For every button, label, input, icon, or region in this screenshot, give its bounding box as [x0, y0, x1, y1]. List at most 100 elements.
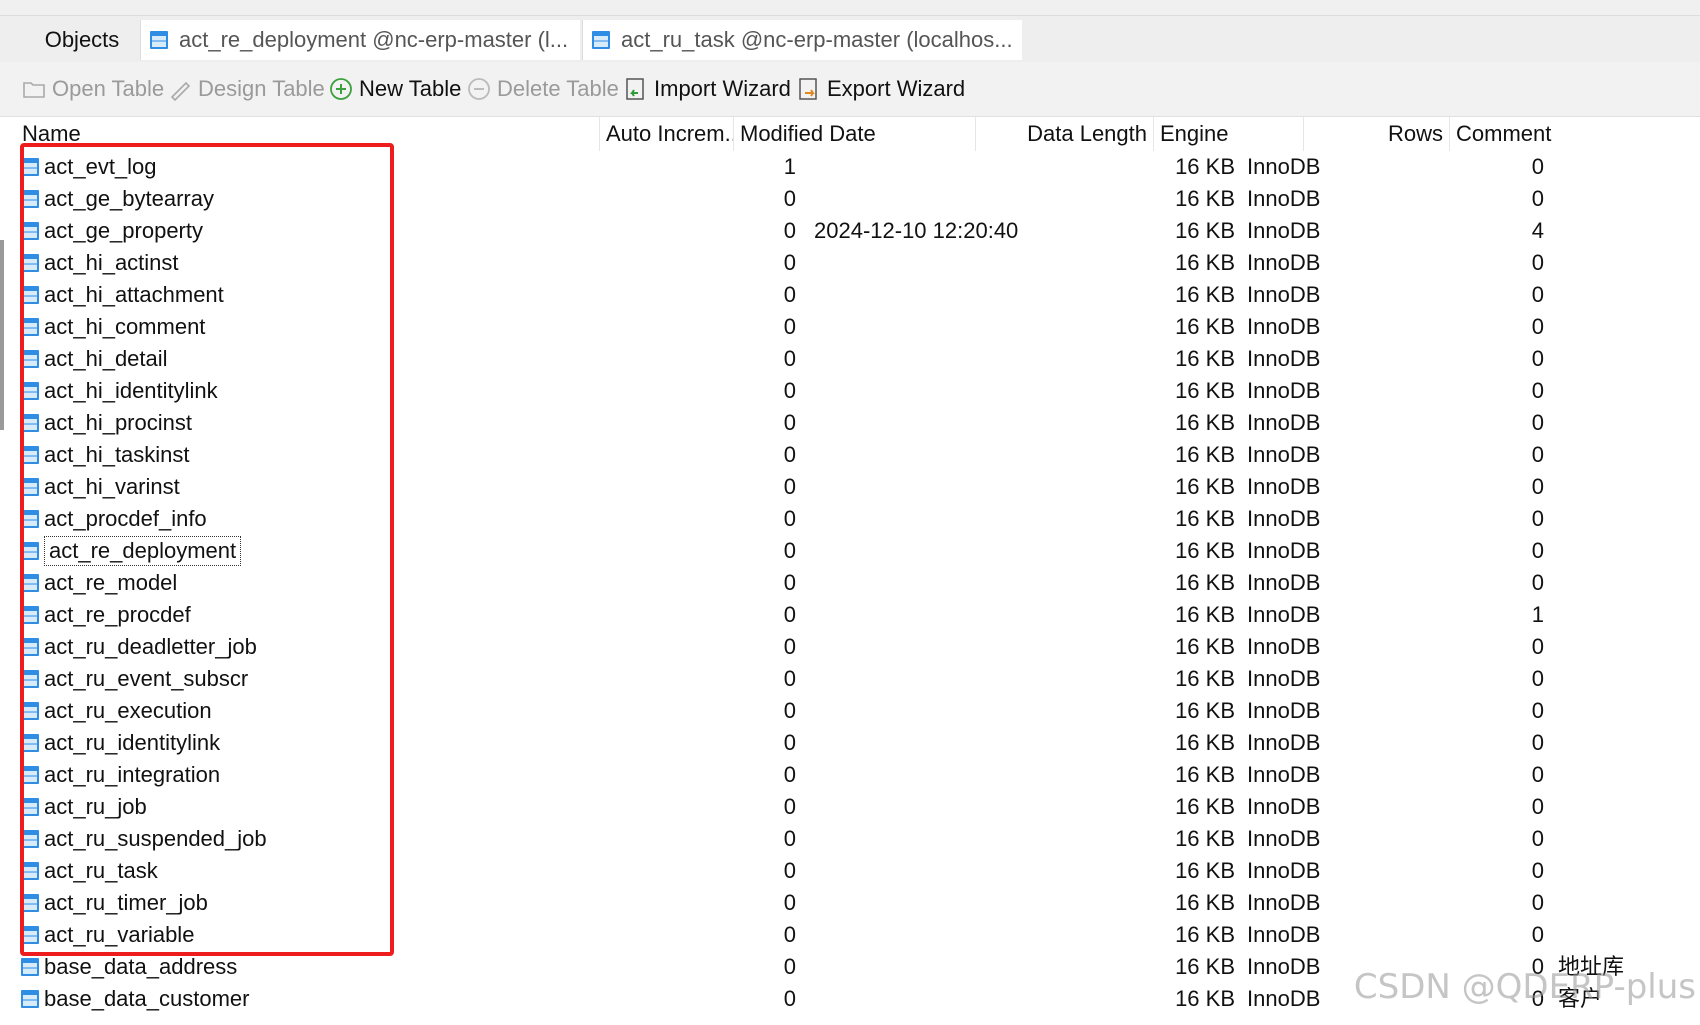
table-row[interactable]: act_evt_log 1 16 KB InnoDB 0 — [16, 151, 1700, 183]
cell-comment — [1552, 183, 1700, 215]
cell-name[interactable]: act_ru_timer_job — [20, 887, 600, 919]
cell-name[interactable]: act_ru_event_subscr — [20, 663, 600, 695]
table-row[interactable]: act_re_deployment 0 16 KB InnoDB 0 — [16, 535, 1700, 567]
cell-auto-increment: 0 — [783, 442, 796, 467]
table-icon — [21, 574, 39, 592]
table-row[interactable]: act_re_model 0 16 KB InnoDB 0 — [16, 567, 1700, 599]
tab-objects[interactable]: Objects — [28, 20, 136, 60]
cell-name[interactable]: act_ru_deadletter_job — [20, 631, 600, 663]
cell-modified-date — [804, 791, 1046, 823]
table-row[interactable]: act_ru_variable 0 16 KB InnoDB 0 — [16, 919, 1700, 951]
open-table-button[interactable]: Open Table — [22, 72, 164, 106]
cell-comment — [1552, 311, 1700, 343]
cell-name[interactable]: act_hi_detail — [20, 343, 600, 375]
col-header-data-length[interactable]: Data Length — [976, 117, 1154, 151]
cell-name[interactable]: act_hi_attachment — [20, 279, 600, 311]
cell-name[interactable]: act_ru_job — [20, 791, 600, 823]
cell-engine: InnoDB — [1247, 218, 1321, 243]
tab-act-re-deployment[interactable]: act_re_deployment @nc-erp-master (l... — [140, 20, 580, 60]
cell-comment — [1552, 215, 1700, 247]
cell-name[interactable]: act_hi_comment — [20, 311, 600, 343]
table-icon — [21, 638, 39, 656]
table-row[interactable]: act_ru_task 0 16 KB InnoDB 0 — [16, 855, 1700, 887]
cell-modified-date — [804, 855, 1046, 887]
cell-modified-date — [804, 823, 1046, 855]
table-row[interactable]: act_re_procdef 0 16 KB InnoDB 1 — [16, 599, 1700, 631]
table-row[interactable]: act_ge_bytearray 0 16 KB InnoDB 0 — [16, 183, 1700, 215]
table-row[interactable]: act_ru_event_subscr 0 16 KB InnoDB 0 — [16, 663, 1700, 695]
cell-engine: InnoDB — [1247, 922, 1321, 947]
cell-rows: 0 — [1531, 282, 1544, 307]
cell-name[interactable]: act_hi_taskinst — [20, 439, 600, 471]
cell-name[interactable]: act_re_deployment — [20, 535, 600, 567]
cell-name[interactable]: act_procdef_info — [20, 503, 600, 535]
cell-comment — [1552, 759, 1700, 791]
table-row[interactable]: act_hi_varinst 0 16 KB InnoDB 0 — [16, 471, 1700, 503]
cell-rows: 1 — [1531, 602, 1544, 627]
cell-name[interactable]: act_ru_variable — [20, 919, 600, 951]
table-row[interactable]: act_hi_identitylink 0 16 KB InnoDB 0 — [16, 375, 1700, 407]
table-row[interactable]: act_ru_identitylink 0 16 KB InnoDB 0 — [16, 727, 1700, 759]
cell-name[interactable]: base_data_customer — [20, 983, 600, 1015]
cell-name[interactable]: act_evt_log — [20, 151, 600, 183]
delete-table-button[interactable]: Delete Table — [467, 72, 619, 106]
cell-name[interactable]: act_re_procdef — [20, 599, 600, 631]
cell-name[interactable]: act_ru_integration — [20, 759, 600, 791]
cell-name[interactable]: act_ru_suspended_job — [20, 823, 600, 855]
col-header-engine[interactable]: Engine — [1154, 117, 1304, 151]
cell-engine: InnoDB — [1247, 730, 1321, 755]
new-table-button[interactable]: New Table — [329, 72, 461, 106]
cell-name[interactable]: act_ru_execution — [20, 695, 600, 727]
table-row[interactable]: act_ru_integration 0 16 KB InnoDB 0 — [16, 759, 1700, 791]
design-table-button[interactable]: Design Table — [168, 72, 325, 106]
cell-name[interactable]: act_ge_bytearray — [20, 183, 600, 215]
col-header-auto-increment[interactable]: Auto Increm... — [600, 117, 734, 151]
table-row[interactable]: act_hi_actinst 0 16 KB InnoDB 0 — [16, 247, 1700, 279]
cell-engine: InnoDB — [1247, 314, 1321, 339]
tab-act-ru-task[interactable]: act_ru_task @nc-erp-master (localhos... — [582, 20, 1022, 60]
cell-name[interactable]: act_hi_varinst — [20, 471, 600, 503]
table-row[interactable]: act_hi_comment 0 16 KB InnoDB 0 — [16, 311, 1700, 343]
import-wizard-button[interactable]: Import Wizard — [624, 72, 791, 106]
cell-auto-increment: 0 — [783, 954, 796, 979]
table-name: act_ru_identitylink — [44, 730, 221, 755]
cell-rows: 0 — [1531, 346, 1544, 371]
cell-modified-date — [804, 983, 1046, 1015]
cell-name[interactable]: act_hi_actinst — [20, 247, 600, 279]
cell-name[interactable]: act_hi_procinst — [20, 407, 600, 439]
table-icon — [21, 766, 39, 784]
col-header-rows[interactable]: Rows — [1304, 117, 1450, 151]
table-name: act_evt_log — [44, 154, 157, 179]
cell-comment — [1552, 439, 1700, 471]
design-table-label: Design Table — [198, 76, 325, 101]
table-row[interactable]: act_ru_deadletter_job 0 16 KB InnoDB 0 — [16, 631, 1700, 663]
cell-rows: 0 — [1531, 314, 1544, 339]
table-row[interactable]: act_ru_timer_job 0 16 KB InnoDB 0 — [16, 887, 1700, 919]
cell-data-length: 16 KB — [1175, 858, 1235, 883]
cell-auto-increment: 0 — [783, 346, 796, 371]
export-icon — [799, 78, 817, 100]
cell-name[interactable]: act_hi_identitylink — [20, 375, 600, 407]
cell-name[interactable]: act_ru_identitylink — [20, 727, 600, 759]
export-wizard-button[interactable]: Export Wizard — [797, 72, 965, 106]
table-name: act_re_deployment — [44, 536, 242, 566]
col-header-comment[interactable]: Comment — [1450, 117, 1700, 151]
col-header-modified-date[interactable]: Modified Date — [734, 117, 976, 151]
table-row[interactable]: act_hi_taskinst 0 16 KB InnoDB 0 — [16, 439, 1700, 471]
table-row[interactable]: act_ru_job 0 16 KB InnoDB 0 — [16, 791, 1700, 823]
table-icon — [21, 542, 39, 560]
cell-name[interactable]: act_ru_task — [20, 855, 600, 887]
table-row[interactable]: act_ru_suspended_job 0 16 KB InnoDB 0 — [16, 823, 1700, 855]
table-icon — [21, 414, 39, 432]
col-header-name[interactable]: Name — [16, 117, 600, 151]
table-row[interactable]: act_ru_execution 0 16 KB InnoDB 0 — [16, 695, 1700, 727]
cell-auto-increment: 0 — [783, 186, 796, 211]
table-row[interactable]: act_hi_procinst 0 16 KB InnoDB 0 — [16, 407, 1700, 439]
cell-name[interactable]: act_ge_property — [20, 215, 600, 247]
table-row[interactable]: act_procdef_info 0 16 KB InnoDB 0 — [16, 503, 1700, 535]
cell-name[interactable]: act_re_model — [20, 567, 600, 599]
table-row[interactable]: act_hi_detail 0 16 KB InnoDB 0 — [16, 343, 1700, 375]
table-row[interactable]: act_ge_property 0 2024-12-10 12:20:40 16 KB… — [16, 215, 1700, 247]
table-row[interactable]: act_hi_attachment 0 16 KB InnoDB 0 — [16, 279, 1700, 311]
cell-name[interactable]: base_data_address — [20, 951, 600, 983]
